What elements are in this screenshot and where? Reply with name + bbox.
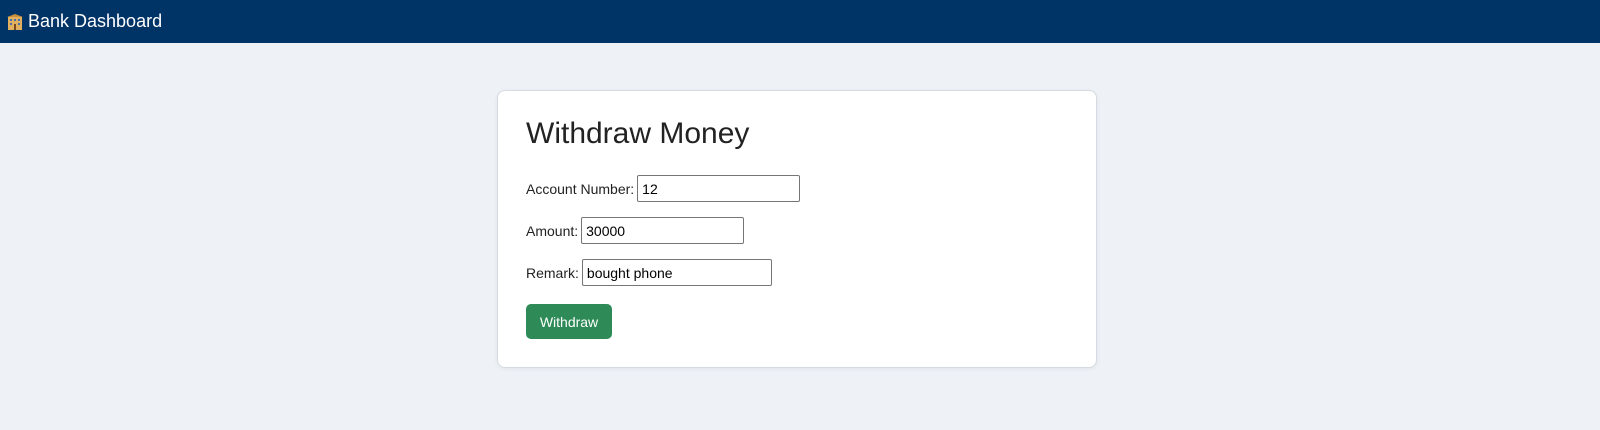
remark-input[interactable] (581, 259, 772, 286)
withdraw-card: Withdraw Money Account Number: Amount: R… (497, 90, 1097, 368)
amount-label: Amount: (526, 222, 579, 239)
app-title: Bank Dashboard (28, 11, 163, 31)
remark-row: Remark: (526, 259, 1068, 286)
amount-row: Amount: (526, 217, 1068, 244)
remark-label: Remark: (526, 264, 579, 281)
page-title: Withdraw Money (526, 117, 750, 150)
account-number-label: Account Number: (526, 180, 635, 197)
withdraw-button[interactable]: Withdraw (526, 304, 612, 339)
bank-building-icon (6, 13, 24, 31)
account-number-row: Account Number: (526, 175, 1068, 202)
amount-input[interactable] (581, 217, 745, 244)
top-nav-bar: Bank Dashboard (0, 0, 1600, 43)
account-number-input[interactable] (637, 175, 801, 202)
